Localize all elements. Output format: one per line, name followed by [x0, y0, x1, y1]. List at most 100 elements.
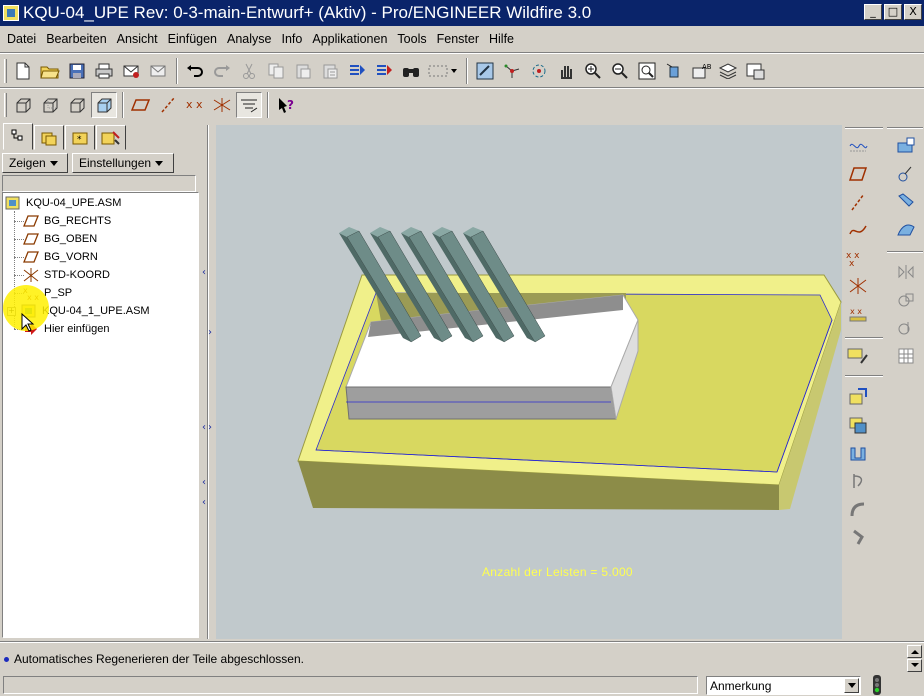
- mirror-tool-icon[interactable]: [893, 259, 919, 285]
- panel-splitter[interactable]: ‹ › ‹ › ‹ ‹: [200, 125, 215, 639]
- datum-planes-toggle-icon[interactable]: [128, 92, 154, 118]
- paste-icon[interactable]: [290, 58, 316, 84]
- menu-analyse[interactable]: Analyse: [222, 32, 276, 46]
- analysis-feature-icon[interactable]: x x: [845, 301, 871, 327]
- send-mail-icon[interactable]: [118, 58, 144, 84]
- print-icon[interactable]: [91, 58, 117, 84]
- menu-info[interactable]: Info: [277, 32, 308, 46]
- find-binoculars-icon[interactable]: [398, 58, 424, 84]
- tab-folder-browser[interactable]: [34, 125, 64, 150]
- collapse-left-icon[interactable]: ‹: [202, 497, 206, 508]
- revolve-tool-icon[interactable]: [845, 468, 871, 494]
- orient-mode-icon[interactable]: [526, 58, 552, 84]
- collapse-left-icon[interactable]: ‹: [202, 267, 206, 278]
- datum-point-tool-icon[interactable]: x xx: [845, 245, 871, 271]
- menu-fenster[interactable]: Fenster: [432, 32, 484, 46]
- no-hidden-icon[interactable]: [64, 92, 90, 118]
- minimize-button[interactable]: _: [864, 4, 882, 20]
- regenerate-icon[interactable]: [344, 58, 370, 84]
- trim-tool-icon[interactable]: [893, 315, 919, 341]
- pattern-tool-icon[interactable]: [893, 343, 919, 369]
- datum-axes-toggle-icon[interactable]: [155, 92, 181, 118]
- hole-tool-icon[interactable]: [893, 133, 919, 159]
- collapse-left-icon[interactable]: ‹: [202, 422, 206, 433]
- paste-special-icon[interactable]: [317, 58, 343, 84]
- assemble-component-icon[interactable]: [845, 384, 871, 410]
- draft-tool-icon[interactable]: [893, 217, 919, 243]
- tree-column-header[interactable]: [2, 175, 196, 192]
- redo-icon[interactable]: [209, 58, 235, 84]
- maximize-button[interactable]: □: [884, 4, 902, 20]
- message-scroll-down-icon[interactable]: [907, 659, 922, 672]
- repaint-icon[interactable]: [472, 58, 498, 84]
- extrude-tool-icon[interactable]: [845, 440, 871, 466]
- app-icon[interactable]: [3, 5, 19, 21]
- hidden-line-icon[interactable]: [37, 92, 63, 118]
- collapse-left-icon[interactable]: ‹: [202, 477, 206, 488]
- undo-icon[interactable]: [182, 58, 208, 84]
- message-scroll-up-icon[interactable]: [907, 645, 922, 658]
- new-file-icon[interactable]: [10, 58, 36, 84]
- menu-ansicht[interactable]: Ansicht: [112, 32, 163, 46]
- zoom-in-icon[interactable]: [580, 58, 606, 84]
- saved-views-icon[interactable]: AB: [688, 58, 714, 84]
- chevron-down-icon[interactable]: [844, 678, 859, 693]
- regen-manager-icon[interactable]: [371, 58, 397, 84]
- pan-hand-icon[interactable]: [553, 58, 579, 84]
- datum-curve-tool-icon[interactable]: [845, 217, 871, 243]
- tree-item-std-koord[interactable]: STD-KOORD: [23, 266, 110, 284]
- shell-tool-icon[interactable]: [893, 161, 919, 187]
- save-icon[interactable]: [64, 58, 90, 84]
- wireframe-icon[interactable]: [10, 92, 36, 118]
- context-help-icon[interactable]: ?: [273, 92, 299, 118]
- toolbar-grip[interactable]: [4, 93, 7, 117]
- datum-plane-display-icon[interactable]: [845, 133, 871, 159]
- menu-applikationen[interactable]: Applikationen: [307, 32, 392, 46]
- tree-item-bg-rechts[interactable]: BG_RECHTS: [23, 212, 111, 230]
- datum-axis-tool-icon[interactable]: [845, 189, 871, 215]
- refit-icon[interactable]: [634, 58, 660, 84]
- menu-bearbeiten[interactable]: Bearbeiten: [41, 32, 111, 46]
- tab-favorites[interactable]: *: [65, 125, 95, 150]
- cut-icon[interactable]: [236, 58, 262, 84]
- menu-einfuegen[interactable]: Einfügen: [163, 32, 222, 46]
- sweep-tool-icon[interactable]: [845, 496, 871, 522]
- datum-points-toggle-icon[interactable]: x x: [182, 92, 208, 118]
- zoom-out-icon[interactable]: [607, 58, 633, 84]
- menu-hilfe[interactable]: Hilfe: [484, 32, 519, 46]
- expand-right-icon[interactable]: ›: [208, 327, 212, 338]
- layers-icon[interactable]: [715, 58, 741, 84]
- model-3d-view[interactable]: [216, 125, 842, 639]
- rib-tool-icon[interactable]: [893, 189, 919, 215]
- menu-datei[interactable]: Datei: [2, 32, 41, 46]
- send-link-icon[interactable]: [145, 58, 171, 84]
- reorient-icon[interactable]: [661, 58, 687, 84]
- selection-box-icon[interactable]: [425, 58, 461, 84]
- selection-filter-dropdown[interactable]: Anmerkung: [706, 676, 861, 695]
- annotation-display-icon[interactable]: [236, 92, 262, 118]
- tab-model-tree[interactable]: [3, 123, 33, 150]
- coord-sys-tool-icon[interactable]: [845, 273, 871, 299]
- spin-center-icon[interactable]: [499, 58, 525, 84]
- settings-button[interactable]: Einstellungen: [72, 153, 174, 173]
- close-button[interactable]: X: [904, 4, 922, 20]
- coord-sys-toggle-icon[interactable]: [209, 92, 235, 118]
- view-manager-icon[interactable]: [742, 58, 768, 84]
- tree-item-bg-vorn[interactable]: BG_VORN: [23, 248, 98, 266]
- tab-connections[interactable]: [96, 125, 126, 150]
- copy-icon[interactable]: [263, 58, 289, 84]
- shading-icon[interactable]: [91, 92, 117, 118]
- show-button[interactable]: Zeigen: [2, 153, 68, 173]
- expand-right-icon[interactable]: ›: [208, 422, 212, 433]
- create-component-icon[interactable]: [845, 412, 871, 438]
- sketch-tool-icon[interactable]: [845, 343, 871, 369]
- menu-tools[interactable]: Tools: [392, 32, 431, 46]
- tree-item-root[interactable]: KQU-04_UPE.ASM: [5, 194, 121, 212]
- blend-tool-icon[interactable]: [845, 524, 871, 550]
- tree-item-bg-oben[interactable]: BG_OBEN: [23, 230, 97, 248]
- toolbar-grip[interactable]: [4, 59, 7, 83]
- open-folder-icon[interactable]: [37, 58, 63, 84]
- graphics-window[interactable]: Anzahl der Leisten = 5.000: [216, 125, 842, 639]
- datum-plane-tool-icon[interactable]: [845, 161, 871, 187]
- merge-tool-icon[interactable]: [893, 287, 919, 313]
